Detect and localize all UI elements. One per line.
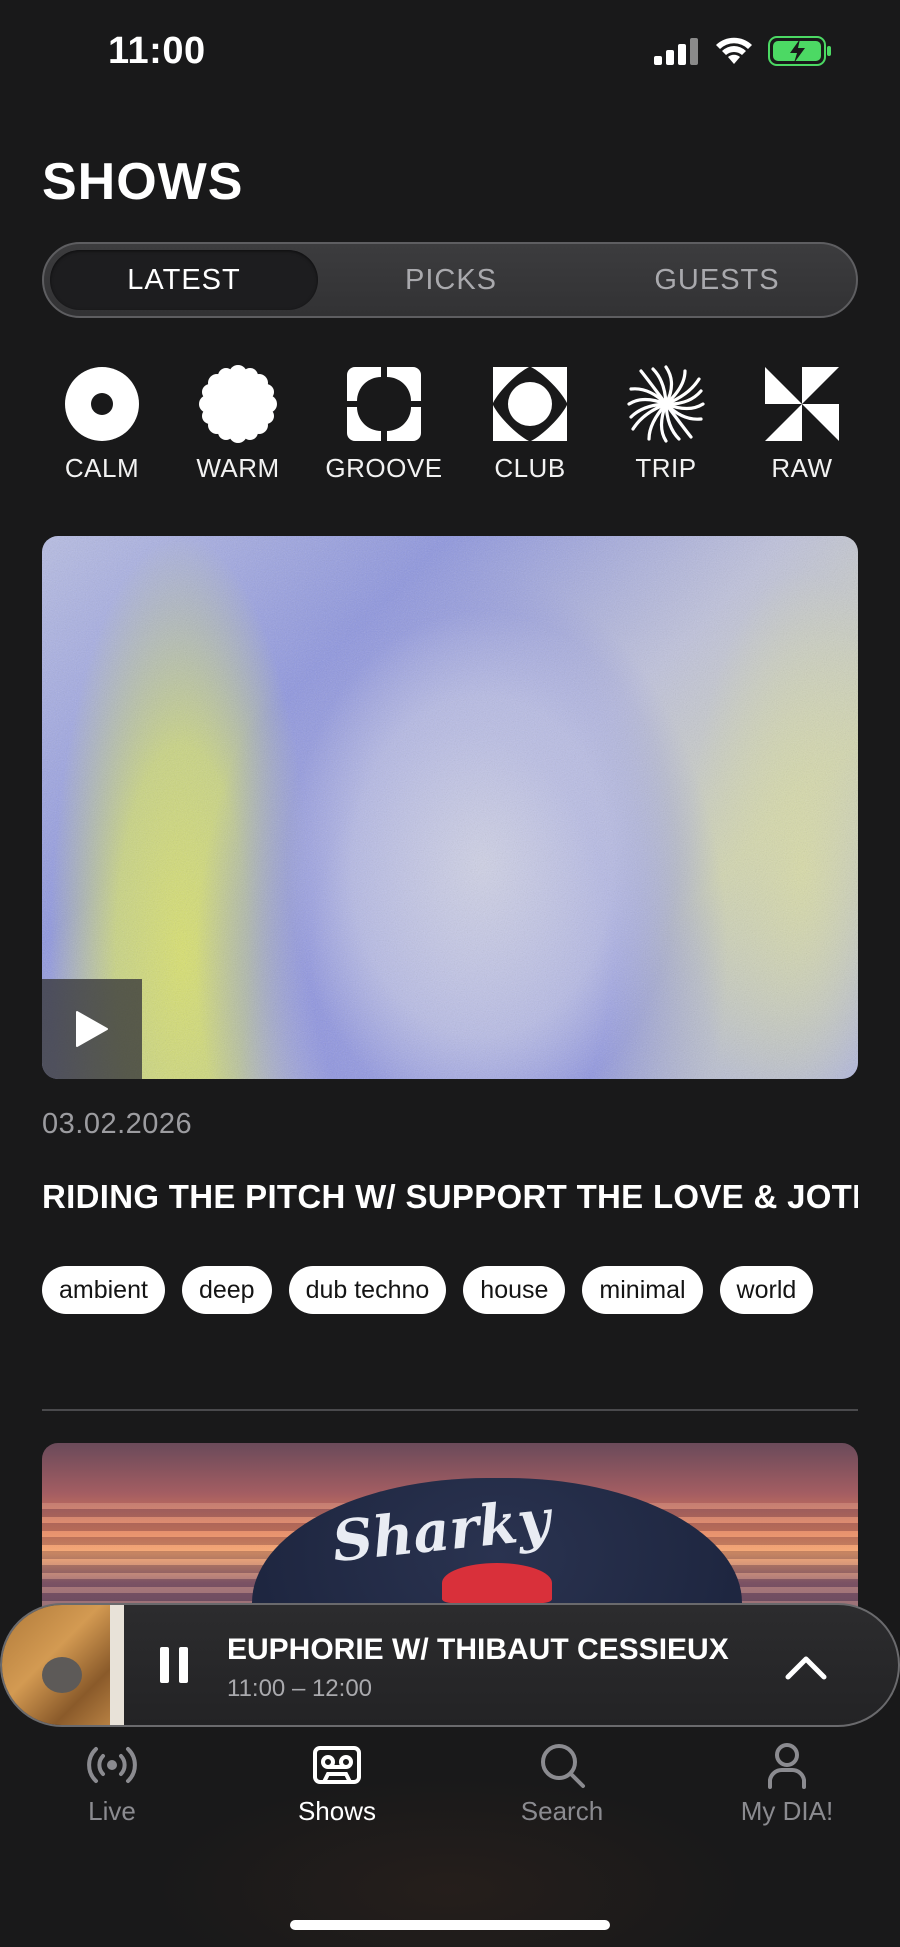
- chevron-up-icon: [785, 1656, 827, 1680]
- mood-label: CLUB: [494, 453, 566, 483]
- player-artwork: [2, 1605, 124, 1725]
- mood-club[interactable]: CLUB: [460, 365, 600, 484]
- tab-guests[interactable]: GUESTS: [584, 250, 850, 310]
- signal-icon: [654, 38, 698, 65]
- tag-minimal[interactable]: minimal: [582, 1266, 703, 1314]
- mood-raw[interactable]: RAW: [732, 365, 872, 484]
- pause-button[interactable]: [160, 1647, 188, 1683]
- tab-picks[interactable]: PICKS: [318, 250, 584, 310]
- tag-ambient[interactable]: ambient: [42, 1266, 165, 1314]
- show-title[interactable]: RIDING THE PITCH W/ SUPPORT THE LOVE & J…: [42, 1178, 858, 1216]
- calm-icon: [65, 367, 139, 441]
- mood-label: TRIP: [635, 453, 697, 483]
- nav-live[interactable]: Live: [22, 1740, 202, 1827]
- nav-label: My DIA!: [740, 1796, 834, 1826]
- tag-deep[interactable]: deep: [181, 1266, 272, 1314]
- mood-label: WARM: [196, 453, 280, 483]
- raw-icon: [765, 367, 839, 441]
- artwork-cap-emblem: [442, 1563, 552, 1603]
- mood-warm[interactable]: WARM: [168, 365, 308, 484]
- show-artwork[interactable]: [42, 536, 858, 1079]
- play-button[interactable]: [42, 979, 142, 1079]
- artwork-grain: [42, 536, 858, 1079]
- player-time: 11:00 – 12:00: [227, 1675, 373, 1702]
- nav-shows[interactable]: Shows: [247, 1740, 427, 1827]
- mini-player[interactable]: EUPHORIE W/ THIBAUT CESSIEUX 11:00 – 12:…: [0, 1603, 900, 1727]
- mood-calm[interactable]: CALM: [32, 365, 172, 484]
- status-icons: [654, 36, 834, 66]
- tab-latest[interactable]: LATEST: [50, 250, 318, 310]
- warm-icon: [199, 365, 277, 443]
- home-indicator[interactable]: [290, 1920, 610, 1930]
- mood-label: RAW: [771, 453, 833, 483]
- trip-icon: [627, 365, 705, 443]
- mood-label: CALM: [64, 453, 140, 483]
- search-icon: [541, 1744, 585, 1788]
- live-icon: [87, 1747, 137, 1783]
- shows-icon: [313, 1746, 361, 1784]
- nav-label: Search: [520, 1796, 604, 1826]
- player-title: EUPHORIE W/ THIBAUT CESSIEUX: [227, 1633, 729, 1666]
- tag-world[interactable]: world: [719, 1266, 814, 1314]
- pause-icon-bar: [160, 1647, 169, 1683]
- show-date: 03.02.2026: [42, 1108, 193, 1140]
- status-time: 11:00: [108, 30, 206, 72]
- club-icon: [493, 367, 567, 441]
- divider: [42, 1409, 858, 1411]
- groove-icon: [347, 367, 421, 441]
- wifi-icon: [716, 37, 752, 64]
- play-icon: [76, 1011, 108, 1047]
- genre-tags: ambient deep dub techno house minimal wo…: [42, 1266, 858, 1314]
- battery-icon: [768, 36, 831, 66]
- status-bar: 11:00: [0, 0, 900, 110]
- artwork-panel: [110, 1605, 124, 1725]
- nav-search[interactable]: Search: [472, 1740, 652, 1827]
- mood-filters: CALM WARM GROOVE CLUB TRIP RAW: [42, 365, 858, 485]
- bottom-nav: Live Shows Search My DIA!: [0, 1740, 900, 1860]
- mood-groove[interactable]: GROOVE: [314, 365, 454, 484]
- segmented-tabs: LATEST PICKS GUESTS: [42, 242, 858, 318]
- profile-icon: [768, 1743, 806, 1789]
- page-title: SHOWS: [42, 153, 244, 211]
- tag-dub-techno[interactable]: dub techno: [288, 1266, 447, 1314]
- pause-icon-bar: [179, 1647, 188, 1683]
- tag-house[interactable]: house: [463, 1266, 566, 1314]
- mood-label: GROOVE: [325, 453, 443, 483]
- nav-my-dia[interactable]: My DIA!: [697, 1740, 877, 1827]
- nav-label: Live: [88, 1796, 136, 1826]
- artwork-cat: [42, 1657, 82, 1693]
- expand-button[interactable]: [784, 1645, 828, 1694]
- nav-label: Shows: [297, 1796, 377, 1826]
- mood-trip[interactable]: TRIP: [596, 365, 736, 484]
